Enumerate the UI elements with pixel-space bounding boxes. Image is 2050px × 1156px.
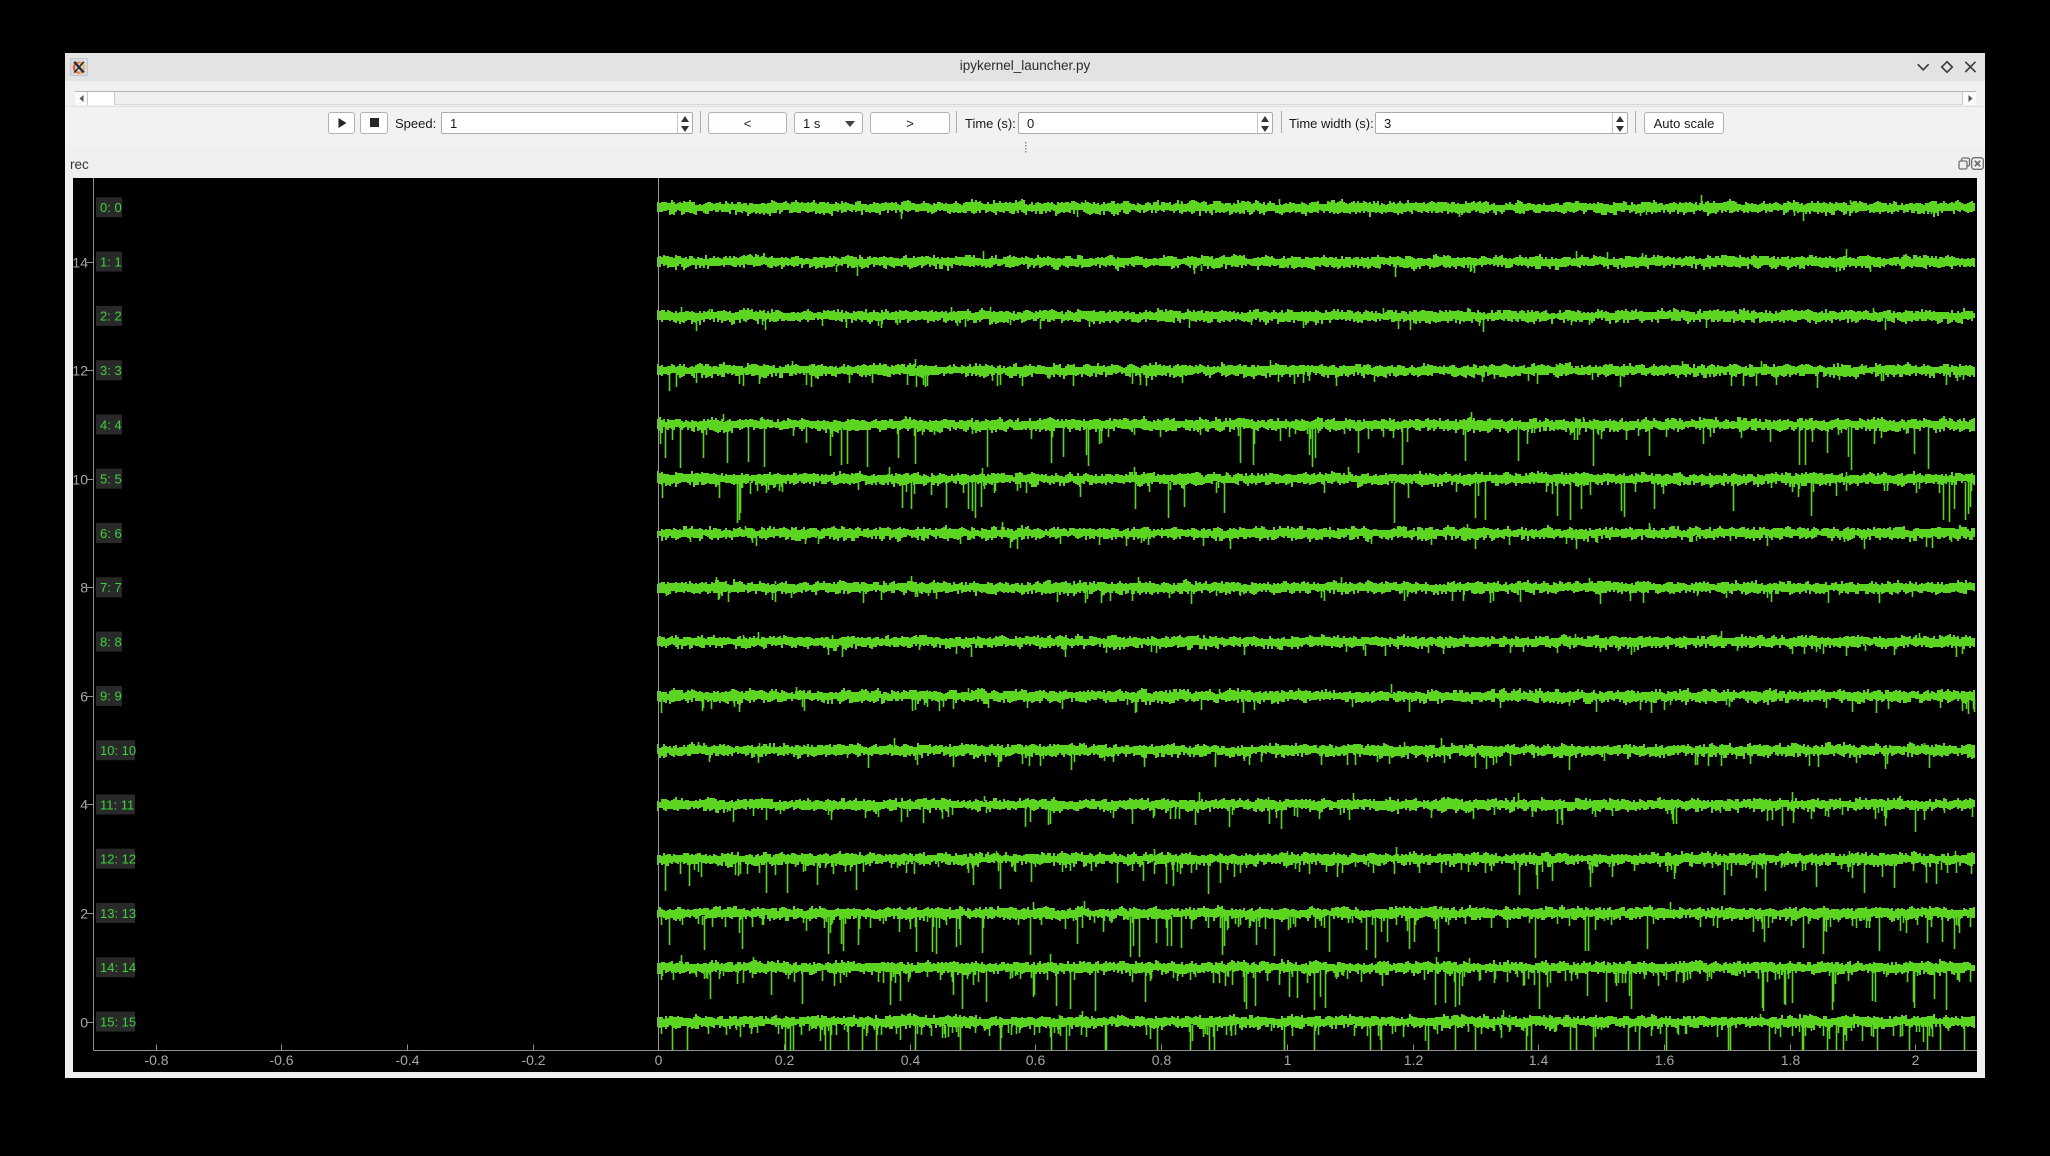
svg-text:12: 12: 12: 12	[100, 852, 136, 867]
svg-text:0: 0	[80, 1015, 88, 1031]
svg-text:1: 1: 1: 1	[100, 254, 122, 269]
svg-text:10: 10: 10: 10	[100, 743, 136, 758]
svg-text:0.8: 0.8	[1152, 1052, 1172, 1068]
svg-text:-0.4: -0.4	[395, 1052, 419, 1068]
svg-text:6: 6: 6: 6	[100, 526, 122, 541]
svg-text:1.4: 1.4	[1529, 1052, 1549, 1068]
svg-text:0: 0	[655, 1052, 663, 1068]
svg-text:12: 12	[73, 363, 88, 379]
svg-text:1.6: 1.6	[1655, 1052, 1675, 1068]
svg-text:3: 3: 3: 3	[100, 363, 122, 378]
svg-text:4: 4: 4: 4	[100, 417, 122, 432]
svg-text:8: 8: 8: 8	[100, 634, 122, 649]
svg-text:1.8: 1.8	[1781, 1052, 1801, 1068]
svg-text:10: 10	[73, 472, 88, 488]
svg-text:0: 0: 0: 0	[100, 200, 122, 215]
svg-text:2: 2	[80, 906, 88, 922]
svg-text:-0.6: -0.6	[269, 1052, 293, 1068]
svg-text:14: 14: 14: 14	[100, 960, 136, 975]
svg-text:1.2: 1.2	[1404, 1052, 1424, 1068]
svg-text:1: 1	[1284, 1052, 1292, 1068]
svg-text:9: 9: 9: 9	[100, 689, 122, 704]
svg-text:2: 2	[1912, 1052, 1920, 1068]
svg-text:2: 2: 2: 2	[100, 309, 122, 324]
svg-text:5: 5: 5: 5	[100, 472, 122, 487]
svg-text:15: 15: 15: 15	[100, 1014, 136, 1029]
svg-text:7: 7: 7: 7	[100, 580, 122, 595]
svg-text:0.2: 0.2	[775, 1052, 795, 1068]
svg-text:-0.2: -0.2	[521, 1052, 545, 1068]
svg-text:11: 11: 11: 11	[100, 797, 134, 812]
svg-text:-0.8: -0.8	[144, 1052, 168, 1068]
svg-text:6: 6	[80, 689, 88, 705]
svg-text:4: 4	[80, 797, 88, 813]
svg-text:8: 8	[80, 580, 88, 596]
svg-text:0.4: 0.4	[901, 1052, 921, 1068]
svg-text:14: 14	[73, 255, 88, 271]
svg-text:13: 13: 13: 13	[100, 906, 136, 921]
svg-text:0.6: 0.6	[1026, 1052, 1046, 1068]
